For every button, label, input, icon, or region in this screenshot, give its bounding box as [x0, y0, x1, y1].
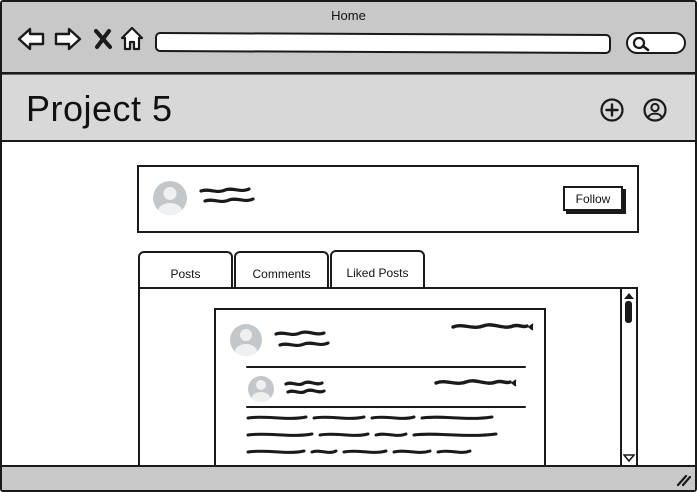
- arrow-left-icon: [17, 27, 45, 51]
- comment-author-scribble: [284, 380, 326, 395]
- plus-circle-icon: [600, 98, 624, 122]
- page-title: Project 5: [26, 88, 173, 129]
- app-header: Project 5: [2, 74, 695, 142]
- home-button[interactable]: [117, 24, 147, 54]
- close-icon: [94, 29, 112, 49]
- profile-card: Follow: [137, 165, 639, 233]
- post-date-scribble: [451, 323, 534, 331]
- tab-comments[interactable]: Comments: [234, 251, 329, 289]
- post-card[interactable]: [214, 308, 546, 465]
- post-body-scribble: [246, 415, 498, 454]
- stop-button[interactable]: [88, 24, 118, 54]
- comment-divider: [246, 406, 526, 408]
- username-scribble: [199, 187, 255, 204]
- follow-button[interactable]: Follow: [563, 186, 623, 211]
- scrollbar[interactable]: [620, 289, 636, 465]
- comment-date-scribble: [434, 379, 517, 387]
- home-icon: [120, 26, 144, 51]
- post-avatar-icon: [230, 324, 262, 356]
- back-button[interactable]: [16, 24, 46, 54]
- avatar-icon: [153, 181, 187, 215]
- browser-window: Home Project 5 Follow Posts Comments Lik…: [0, 0, 697, 492]
- search-button[interactable]: [626, 32, 686, 54]
- posts-panel[interactable]: [138, 287, 638, 467]
- tab-posts[interactable]: Posts: [138, 251, 233, 289]
- post-author-scribble: [274, 330, 330, 348]
- comment-avatar-icon: [248, 376, 274, 402]
- url-input[interactable]: [154, 32, 612, 54]
- profile-button[interactable]: [642, 97, 668, 123]
- add-button[interactable]: [599, 97, 625, 123]
- scroll-down-icon[interactable]: [623, 453, 635, 463]
- browser-toolbar: Home: [2, 2, 695, 74]
- scroll-thumb[interactable]: [625, 301, 632, 323]
- scroll-up-icon[interactable]: [623, 291, 635, 301]
- forward-button[interactable]: [53, 24, 83, 54]
- status-bar: [2, 465, 695, 490]
- arrow-right-icon: [54, 27, 82, 51]
- tab-liked-posts[interactable]: Liked Posts: [330, 250, 425, 288]
- post-divider: [246, 366, 526, 368]
- resize-grip-icon[interactable]: [675, 473, 691, 487]
- window-title: Home: [331, 8, 366, 23]
- user-circle-icon: [643, 98, 667, 122]
- search-icon: [632, 36, 650, 52]
